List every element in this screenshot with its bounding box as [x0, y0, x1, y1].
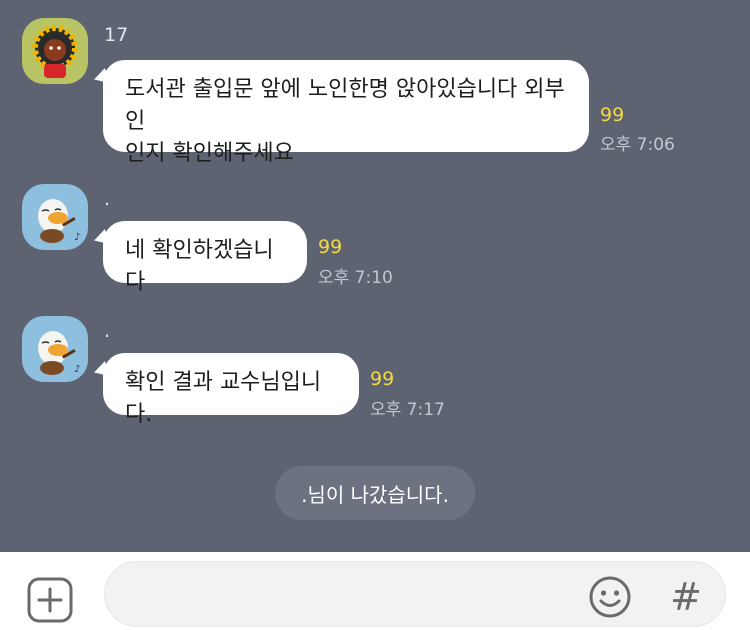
leave-notice: .님이 나갔습니다.: [275, 466, 475, 520]
sender-name: 17: [104, 24, 129, 46]
sender-name: .: [104, 320, 111, 342]
duck-guitar-avatar[interactable]: ♪: [22, 184, 88, 250]
hashtag-search-button[interactable]: #: [666, 574, 706, 620]
smile-icon[interactable]: [588, 575, 632, 619]
svg-text:♪: ♪: [74, 232, 80, 243]
message-bubble[interactable]: 네 확인하겠습니다: [103, 221, 307, 295]
svg-text:♪: ♪: [74, 364, 80, 375]
message-time: 오후 7:10: [318, 268, 393, 288]
message-time: 오후 7:06: [600, 135, 675, 155]
message-bubble[interactable]: 확인 결과 교수님입니다.: [103, 353, 359, 427]
unread-count: 99: [600, 104, 625, 126]
duck-guitar-avatar[interactable]: ♪: [22, 316, 88, 382]
message-bubble[interactable]: 도서관 출입문 앞에 노인한명 앉아있습니다 외부인 인지 확인해주세요: [103, 60, 589, 166]
plus-square-icon[interactable]: [27, 577, 73, 623]
message-time: 오후 7:17: [370, 400, 445, 420]
chat-area: 17 도서관 출입문 앞에 노인한명 앉아있습니다 외부인 인지 확인해주세요 …: [0, 0, 750, 552]
sender-name: .: [104, 188, 111, 210]
lion-character-avatar[interactable]: [22, 18, 88, 84]
unread-count: 99: [370, 368, 395, 390]
message-input[interactable]: [104, 561, 726, 627]
unread-count: 99: [318, 236, 343, 258]
